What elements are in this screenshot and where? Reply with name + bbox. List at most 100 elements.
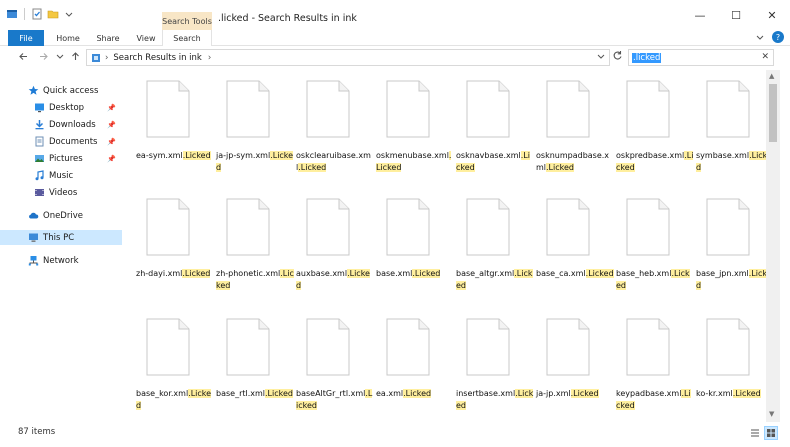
file-item[interactable]: base_rtl.xml.Licked xyxy=(216,318,294,422)
sidebar-item-downloads[interactable]: Downloads 📌 xyxy=(0,117,122,132)
search-match-highlight: .Licked xyxy=(546,163,574,172)
pin-icon[interactable]: 📌 xyxy=(107,138,116,146)
file-name: ea-sym.xml.Licked xyxy=(136,150,214,162)
blank-document-icon xyxy=(466,318,510,376)
sidebar-item-quick-access[interactable]: Quick access xyxy=(0,83,122,98)
file-name: auxbase.xml.Licked xyxy=(296,268,374,292)
file-item[interactable]: osknumpadbase.xml.Licked xyxy=(536,80,614,190)
sidebar-item-desktop[interactable]: Desktop 📌 xyxy=(0,100,122,115)
address-dropdown-icon[interactable] xyxy=(597,52,605,62)
file-item[interactable]: ea.xml.Licked xyxy=(376,318,454,422)
blank-document-icon xyxy=(626,198,670,256)
breadcrumb-chevron-icon[interactable]: › xyxy=(208,53,211,63)
properties-icon[interactable] xyxy=(31,8,43,20)
tab-home[interactable]: Home xyxy=(52,30,84,46)
sidebar-item-label: Documents xyxy=(49,136,98,147)
sidebar-item-music[interactable]: Music xyxy=(0,168,122,183)
file-item[interactable]: base_kor.xml.Licked xyxy=(136,318,214,422)
tab-share[interactable]: Share xyxy=(92,30,124,46)
file-name-base: zh-dayi.xml xyxy=(136,269,183,278)
scroll-down-icon[interactable]: ▼ xyxy=(769,410,774,418)
search-match-highlight: .Licked xyxy=(585,269,614,278)
blank-document-icon xyxy=(146,80,190,138)
file-name-base: auxbase.xml xyxy=(296,269,348,278)
blank-document-icon xyxy=(226,318,270,376)
back-arrow-icon[interactable] xyxy=(18,51,29,65)
file-item[interactable]: base_ca.xml.Licked xyxy=(536,198,614,308)
breadcrumb-location[interactable]: Search Results in ink xyxy=(113,53,201,63)
file-item[interactable]: base_heb.xml.Licked xyxy=(616,198,694,308)
file-name: osknavbase.xml.Licked xyxy=(456,150,534,174)
file-name: osknumpadbase.xml.Licked xyxy=(536,150,614,174)
file-item[interactable]: oskclearuibase.xml.Licked xyxy=(296,80,374,190)
file-item[interactable]: ko-kr.xml.Licked xyxy=(696,318,766,422)
sidebar-item-this-pc[interactable]: This PC xyxy=(0,230,122,245)
file-item[interactable]: osknavbase.xml.Licked xyxy=(456,80,534,190)
sidebar-item-label: This PC xyxy=(43,232,75,243)
tab-search[interactable]: Search xyxy=(162,30,212,46)
file-item[interactable]: ea-sym.xml.Licked xyxy=(136,80,214,190)
customize-toolbar-icon[interactable] xyxy=(63,8,75,20)
sidebar-item-label: Network xyxy=(43,255,79,266)
scrollbar-thumb[interactable] xyxy=(769,84,777,142)
file-name-base: base_ca.xml xyxy=(536,269,586,278)
vertical-scrollbar[interactable]: ▲ ▼ xyxy=(766,70,780,422)
file-item[interactable]: base.xml.Licked xyxy=(376,198,454,308)
file-item[interactable]: baseAltGr_rtl.xml.Licked xyxy=(296,318,374,422)
explorer-app-icon[interactable] xyxy=(6,8,18,20)
details-view-icon[interactable] xyxy=(748,426,762,440)
pin-icon[interactable]: 📌 xyxy=(107,155,116,163)
tab-file[interactable]: File xyxy=(8,30,44,46)
file-item[interactable]: oskmenubase.xml.Licked xyxy=(376,80,454,190)
help-icon[interactable]: ? xyxy=(772,31,784,43)
maximize-button[interactable]: ☐ xyxy=(718,6,754,24)
scroll-up-icon[interactable]: ▲ xyxy=(769,72,774,80)
refresh-icon[interactable] xyxy=(612,50,623,64)
search-match-highlight: .Licked xyxy=(732,389,761,398)
file-name: base_heb.xml.Licked xyxy=(616,268,694,292)
file-item[interactable]: oskpredbase.xml.Licked xyxy=(616,80,694,190)
blank-document-icon xyxy=(386,198,430,256)
file-item[interactable]: zh-dayi.xml.Licked xyxy=(136,198,214,308)
close-button[interactable]: ✕ xyxy=(754,6,790,24)
file-item[interactable]: zh-phonetic.xml.Licked xyxy=(216,198,294,308)
sidebar-item-network[interactable]: Network xyxy=(0,253,122,268)
pin-icon[interactable]: 📌 xyxy=(107,121,116,129)
search-match-highlight: .Licked xyxy=(265,389,293,398)
expand-ribbon-icon[interactable] xyxy=(756,33,764,43)
large-icons-view-icon[interactable] xyxy=(764,426,778,440)
file-name-base: base_altgr.xml xyxy=(456,269,515,278)
forward-arrow-icon[interactable] xyxy=(38,51,49,65)
up-arrow-icon[interactable] xyxy=(70,51,81,65)
sidebar-item-onedrive[interactable]: OneDrive xyxy=(0,208,122,223)
file-item[interactable]: symbase.xml.Licked xyxy=(696,80,766,190)
file-item[interactable]: insertbase.xml.Licked xyxy=(456,318,534,422)
clear-search-icon[interactable]: ✕ xyxy=(761,52,769,62)
file-item[interactable]: ja-jp-sym.xml.Licked xyxy=(216,80,294,190)
file-name-base: zh-phonetic.xml xyxy=(216,269,281,278)
tab-view[interactable]: View xyxy=(132,30,160,46)
sidebar-item-videos[interactable]: Videos xyxy=(0,185,122,200)
search-input[interactable]: .licked ✕ xyxy=(628,49,774,66)
minimize-button[interactable]: — xyxy=(682,6,718,24)
file-item[interactable]: ja-jp.xml.Licked xyxy=(536,318,614,422)
blank-document-icon xyxy=(146,198,190,256)
pin-icon[interactable]: 📌 xyxy=(107,104,116,112)
breadcrumb-separator-icon: › xyxy=(105,52,109,63)
file-item[interactable]: base_altgr.xml.Licked xyxy=(456,198,534,308)
recent-locations-icon[interactable] xyxy=(56,51,64,65)
file-name: oskmenubase.xml.Licked xyxy=(376,150,454,174)
blank-document-icon xyxy=(226,198,270,256)
file-item[interactable]: base_jpn.xml.Licked xyxy=(696,198,766,308)
blank-document-icon xyxy=(706,318,750,376)
sidebar-item-pictures[interactable]: Pictures 📌 xyxy=(0,151,122,166)
file-item[interactable]: keypadbase.xml.Licked xyxy=(616,318,694,422)
sidebar-item-documents[interactable]: Documents 📌 xyxy=(0,134,122,149)
title-bar: Search Tools .licked - Search Results in… xyxy=(0,0,790,30)
file-item[interactable]: auxbase.xml.Licked xyxy=(296,198,374,308)
file-name: base.xml.Licked xyxy=(376,268,454,280)
address-bar[interactable]: › Search Results in ink › xyxy=(86,49,610,66)
blank-document-icon xyxy=(386,318,430,376)
navigation-pane: Quick access Desktop 📌 Downloads 📌 Docum… xyxy=(0,76,122,422)
new-folder-icon[interactable] xyxy=(47,8,59,20)
